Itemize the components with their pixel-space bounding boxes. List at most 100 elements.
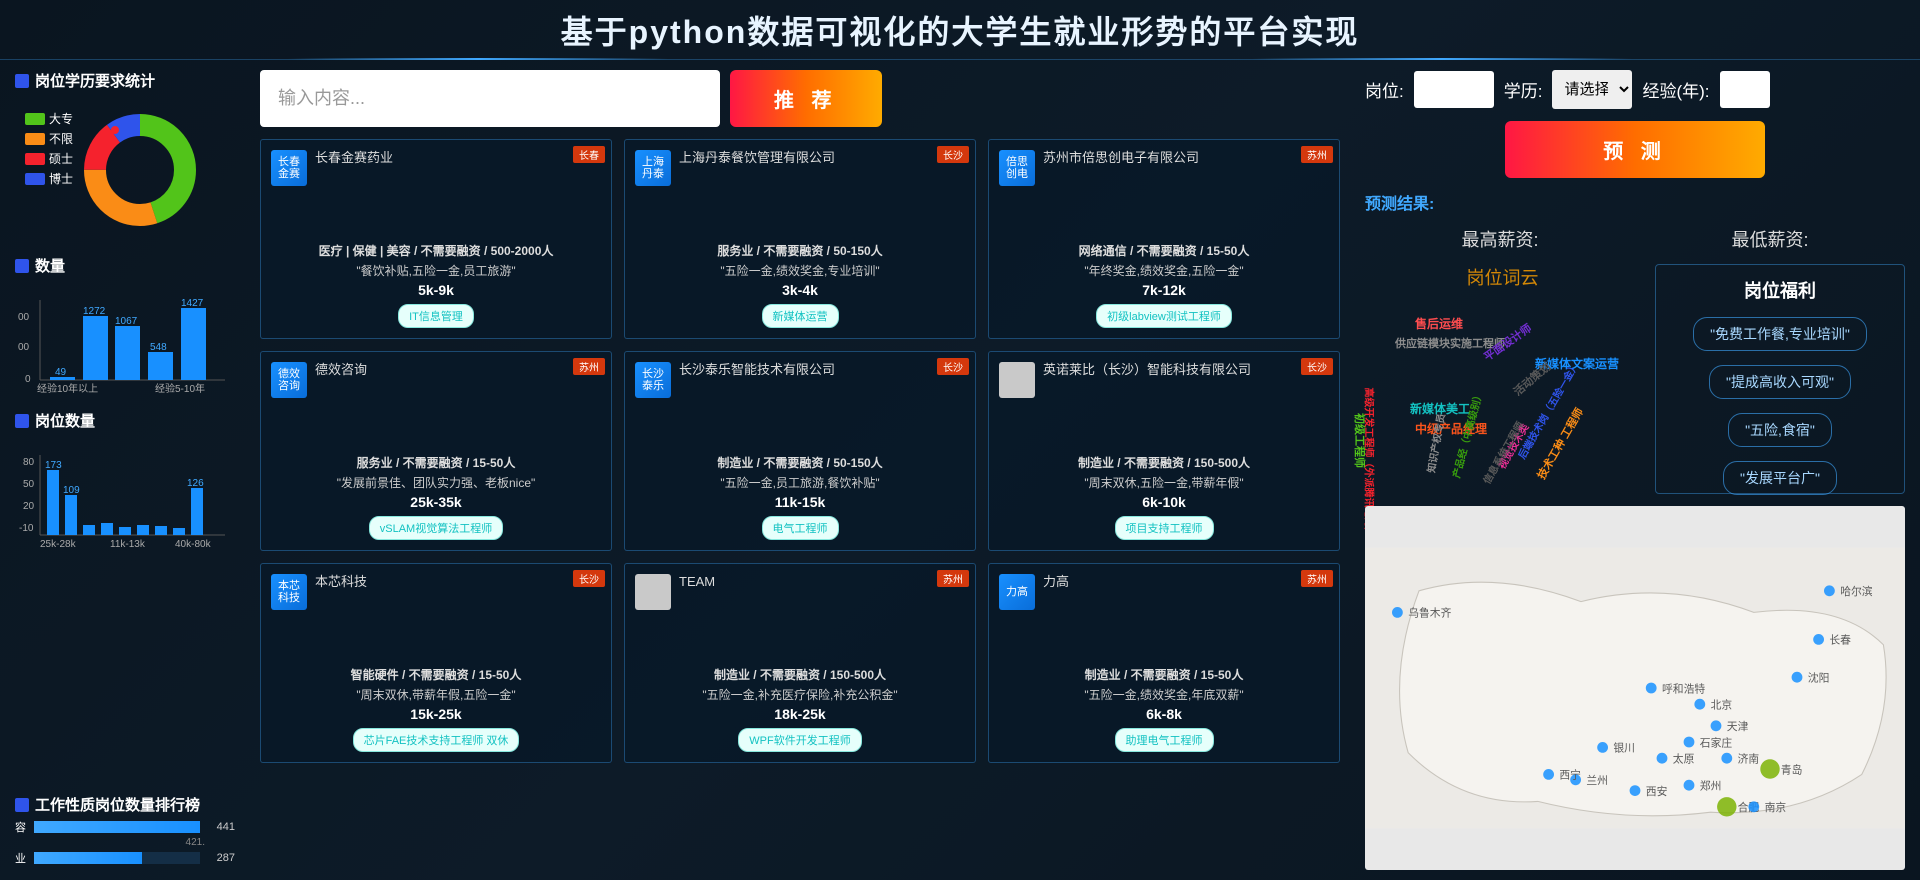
company-logo: 本芯科技: [271, 574, 307, 610]
max-salary-label: 最高薪资:: [1461, 226, 1538, 252]
job-card[interactable]: 长春 长春金赛 长春金赛药业 医疗 | 保健 | 美容 / 不需要融资 / 50…: [260, 139, 612, 339]
svg-text:50: 50: [23, 479, 35, 490]
exp-input[interactable]: [1720, 71, 1770, 108]
map-city-dot[interactable]: [1646, 683, 1657, 694]
china-map[interactable]: 哈尔滨长春乌鲁木齐沈阳北京天津呼和浩特石家庄太原济南青岛郑州西安兰州西宁银川合肥…: [1365, 506, 1905, 870]
company-logo: 上海丹泰: [635, 150, 671, 186]
map-city-dot[interactable]: [1630, 785, 1641, 796]
card-meta: 智能硬件 / 不需要融资 / 15-50人: [351, 666, 522, 683]
company-logo: 长沙泰乐: [635, 362, 671, 398]
card-job-tag[interactable]: IT信息管理: [398, 304, 474, 328]
card-job-tag[interactable]: 项目支持工程师: [1115, 516, 1214, 540]
card-welfare: "五险一金,绩效奖金,专业培训": [720, 262, 879, 279]
map-city-dot[interactable]: [1543, 769, 1554, 780]
card-welfare: "周末双休,五险一金,带薪年假": [1084, 474, 1243, 491]
company-logo: 力高: [999, 574, 1035, 610]
svg-text:109: 109: [63, 485, 80, 496]
card-job-tag[interactable]: 助理电气工程师: [1115, 728, 1214, 752]
svg-text:25k-28k: 25k-28k: [40, 539, 77, 550]
card-job-tag[interactable]: 芯片FAE技术支持工程师 双休: [353, 728, 520, 752]
card-company-name: 德效咨询: [315, 362, 367, 379]
wordcloud-word: 初级工程师: [1352, 413, 1368, 468]
map-city-dot[interactable]: [1824, 585, 1835, 596]
card-company-name: 长春金赛药业: [315, 150, 393, 167]
card-city-badge: 苏州: [1301, 570, 1333, 587]
svg-text:40k-80k: 40k-80k: [175, 539, 212, 550]
bar1-title: 数量: [15, 255, 235, 276]
company-logo: 倍思创电: [999, 150, 1035, 186]
min-salary-label: 最低薪资:: [1731, 226, 1808, 252]
map-city-dot[interactable]: [1597, 742, 1608, 753]
wordcloud-title: 岗位词云: [1365, 264, 1640, 290]
map-city-label: 银川: [1613, 741, 1635, 755]
card-company-name: 上海丹泰餐饮管理有限公司: [679, 150, 835, 167]
card-salary: 15k-25k: [410, 706, 461, 722]
svg-text:49: 49: [55, 367, 67, 378]
card-job-tag[interactable]: 新媒体运营: [762, 304, 839, 328]
svg-text:1272: 1272: [83, 306, 106, 317]
predict-button[interactable]: 预 测: [1505, 121, 1765, 178]
right-panel: 岗位: 学历: 请选择 经验(年): 预 测 预测结果: 最高薪资: 最低薪资:…: [1365, 70, 1905, 870]
job-label: 岗位:: [1365, 77, 1404, 102]
card-job-tag[interactable]: 初级labview测试工程师: [1096, 304, 1232, 328]
job-card[interactable]: 长沙 本芯科技 本芯科技 智能硬件 / 不需要融资 / 15-50人 "周末双休…: [260, 563, 612, 763]
map-city-dot[interactable]: [1392, 607, 1403, 618]
job-card[interactable]: 长沙 英诺莱比（长沙）智能科技有限公司 制造业 / 不需要融资 / 150-50…: [988, 351, 1340, 551]
job-input[interactable]: [1414, 71, 1494, 108]
rank-row: 业 287: [15, 850, 235, 866]
bar2-title: 岗位数量: [15, 410, 235, 431]
map-city-label: 哈尔滨: [1840, 584, 1873, 598]
map-city-dot[interactable]: [1792, 672, 1803, 683]
map-city-dot[interactable]: [1684, 737, 1695, 748]
job-card[interactable]: 长沙 上海丹泰 上海丹泰餐饮管理有限公司 服务业 / 不需要融资 / 50-15…: [624, 139, 976, 339]
svg-text:1427: 1427: [181, 298, 204, 309]
company-logo: [635, 574, 671, 610]
job-card[interactable]: 苏州 德效咨询 德效咨询 服务业 / 不需要融资 / 15-50人 "发展前景佳…: [260, 351, 612, 551]
map-city-dot[interactable]: [1760, 759, 1779, 778]
card-city-badge: 长沙: [937, 358, 969, 375]
card-job-tag[interactable]: vSLAM视觉算法工程师: [369, 516, 503, 540]
card-meta: 制造业 / 不需要融资 / 15-50人: [1085, 666, 1244, 683]
map-city-label: 济南: [1738, 752, 1760, 766]
map-city-dot[interactable]: [1813, 634, 1824, 645]
map-city-dot[interactable]: [1711, 720, 1722, 731]
map-city-label: 长春: [1829, 634, 1851, 647]
card-city-badge: 长沙: [1301, 358, 1333, 375]
card-meta: 制造业 / 不需要融资 / 50-150人: [717, 454, 882, 471]
card-welfare: "年终奖金,绩效奖金,五险一金": [1084, 262, 1243, 279]
job-card[interactable]: 长沙 长沙泰乐 长沙泰乐智能技术有限公司 制造业 / 不需要融资 / 50-15…: [624, 351, 976, 551]
welfare-item: "发展平台广": [1723, 461, 1837, 495]
wordcloud-chart: 岗位词云 售后运维供应链模块实施工程师新媒体文案运营平面设计师活动策划新媒体美工…: [1365, 264, 1640, 494]
edu-select[interactable]: 请选择: [1552, 70, 1632, 109]
map-city-dot[interactable]: [1684, 780, 1695, 791]
svg-text:20: 20: [23, 501, 35, 512]
svg-text:00: 00: [18, 312, 30, 323]
map-city-dot[interactable]: [1721, 753, 1732, 764]
svg-text:1067: 1067: [115, 316, 138, 327]
welfare-item: "提成高收入可观": [1709, 365, 1851, 399]
card-job-tag[interactable]: WPF软件开发工程师: [738, 728, 861, 752]
map-city-label: 沈阳: [1808, 671, 1830, 685]
map-city-dot[interactable]: [1717, 797, 1736, 816]
map-city-dot[interactable]: [1694, 699, 1705, 710]
predict-form: 岗位: 学历: 请选择 经验(年):: [1365, 70, 1905, 109]
exp-label: 经验(年):: [1642, 77, 1709, 102]
page-title: 基于python数据可视化的大学生就业形势的平台实现: [561, 7, 1360, 53]
card-welfare: "五险一金,补充医疗保险,补充公积金": [702, 686, 897, 703]
map-city-dot[interactable]: [1657, 753, 1668, 764]
job-card[interactable]: 苏州 力高 力高 制造业 / 不需要融资 / 15-50人 "五险一金,绩效奖金…: [988, 563, 1340, 763]
job-card[interactable]: 苏州 TEAM 制造业 / 不需要融资 / 150-500人 "五险一金,补充医…: [624, 563, 976, 763]
card-city-badge: 苏州: [573, 358, 605, 375]
recommend-button[interactable]: 推 荐: [730, 70, 882, 127]
search-input[interactable]: [260, 70, 720, 127]
card-salary: 25k-35k: [410, 494, 461, 510]
card-salary: 5k-9k: [418, 282, 454, 298]
company-logo: 长春金赛: [271, 150, 307, 186]
card-salary: 7k-12k: [1142, 282, 1186, 298]
welfare-panel: 岗位福利 "免费工作餐,专业培训""提成高收入可观""五险,食宿""发展平台广": [1655, 264, 1905, 494]
card-job-tag[interactable]: 电气工程师: [762, 516, 839, 540]
job-card[interactable]: 苏州 倍思创电 苏州市倍思创电子有限公司 网络通信 / 不需要融资 / 15-5…: [988, 139, 1340, 339]
card-welfare: "五险一金,绩效奖金,年底双薪": [1084, 686, 1243, 703]
map-city-dot[interactable]: [1748, 801, 1759, 812]
card-meta: 服务业 / 不需要融资 / 15-50人: [357, 454, 516, 471]
